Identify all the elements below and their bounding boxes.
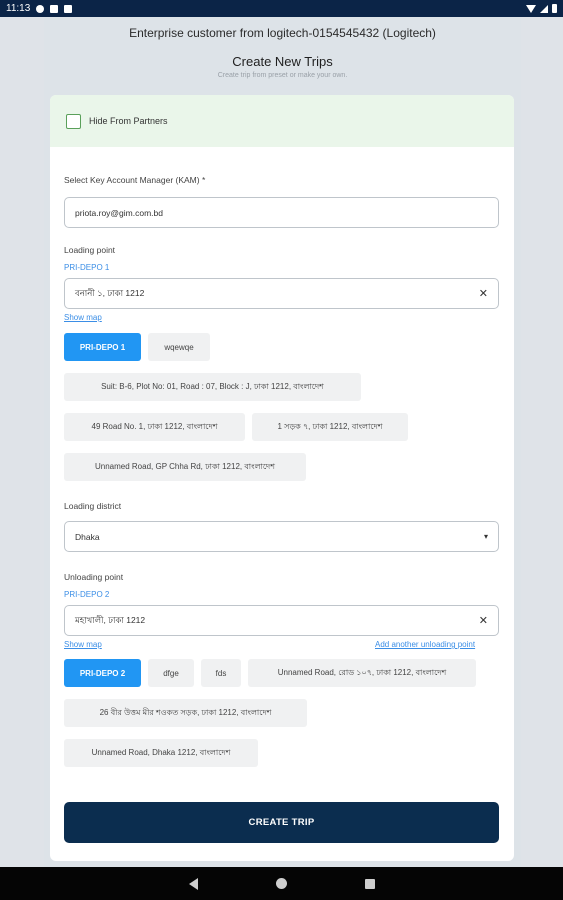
loading-chip-pri-depo-1[interactable]: PRI-DEPO 1 bbox=[64, 333, 141, 361]
loading-point-label: Loading point bbox=[64, 245, 116, 255]
loading-district-select[interactable]: Dhaka ▾ bbox=[64, 521, 499, 552]
unloading-point-value: মহাখালী, ঢাকা 1212 bbox=[75, 614, 146, 625]
kam-value: priota.roy@gim.com.bd bbox=[75, 207, 163, 218]
status-time: 11:13 bbox=[6, 3, 31, 14]
unloading-depot-label: PRI-DEPO 2 bbox=[64, 590, 110, 599]
loading-district-value: Dhaka bbox=[75, 531, 100, 542]
unloading-chip-address-3[interactable]: Unnamed Road, Dhaka 1212, বাংলাদেশ bbox=[64, 739, 258, 767]
signal-icon bbox=[540, 4, 548, 13]
kam-input[interactable]: priota.roy@gim.com.bd bbox=[64, 197, 499, 228]
clear-icon[interactable]: ✕ bbox=[479, 614, 488, 627]
loading-chip-address-3[interactable]: 1 সড়ক ৭, ঢাকা 1212, বাংলাদেশ bbox=[252, 413, 408, 441]
unloading-chip-fds[interactable]: fds bbox=[201, 659, 241, 687]
hide-from-partners-label: Hide From Partners bbox=[89, 116, 168, 126]
loading-depot-label: PRI-DEPO 1 bbox=[64, 263, 110, 272]
recents-icon[interactable] bbox=[364, 878, 375, 889]
unloading-chip-address-2[interactable]: 26 বীর উত্তম মীর শওকত সড়ক, ঢাকা 1212, ব… bbox=[64, 699, 307, 727]
chevron-down-icon: ▾ bbox=[483, 532, 488, 541]
add-unloading-point-link[interactable]: Add another unloading point bbox=[375, 640, 475, 649]
unloading-chip-dfge[interactable]: dfge bbox=[148, 659, 194, 687]
wifi-icon bbox=[526, 4, 536, 13]
battery-icon bbox=[552, 4, 557, 13]
unloading-show-map-link[interactable]: Show map bbox=[64, 640, 102, 649]
notification-icon bbox=[50, 4, 59, 13]
loading-point-value: বনানী ১, ঢাকা 1212 bbox=[75, 287, 145, 298]
kam-label: Select Key Account Manager (KAM) * bbox=[64, 175, 206, 185]
unloading-chip-address-1[interactable]: Unnamed Road, রোড ১০৭, ঢাকা 1212, বাংলাদ… bbox=[248, 659, 476, 687]
navigation-bar bbox=[0, 867, 563, 900]
message-icon bbox=[36, 4, 45, 13]
customer-title: Enterprise customer from logitech-015454… bbox=[129, 26, 436, 40]
create-trip-button[interactable]: CREATE TRIP bbox=[64, 802, 499, 843]
page-subtitle: Create trip from preset or make your own… bbox=[217, 72, 348, 79]
loading-chip-address-2[interactable]: 49 Road No. 1, ঢাকা 1212, বাংলাদেশ bbox=[64, 413, 245, 441]
loading-chip-wqewqe[interactable]: wqewqe bbox=[148, 333, 210, 361]
back-icon[interactable] bbox=[188, 877, 198, 890]
unloading-point-input[interactable]: মহাখালী, ঢাকা 1212 ✕ bbox=[64, 605, 499, 636]
status-bar: 11:13 bbox=[0, 0, 563, 17]
unloading-chip-pri-depo-2[interactable]: PRI-DEPO 2 bbox=[64, 659, 141, 687]
loading-point-input[interactable]: বনানী ১, ঢাকা 1212 ✕ bbox=[64, 278, 499, 309]
loading-chip-address-1[interactable]: Suit: B-6, Plot No: 01, Road : 07, Block… bbox=[64, 373, 361, 401]
sim-icon bbox=[64, 4, 73, 13]
unloading-point-label: Unloading point bbox=[64, 572, 124, 582]
loading-show-map-link[interactable]: Show map bbox=[64, 313, 102, 322]
clear-icon[interactable]: ✕ bbox=[479, 287, 488, 300]
hide-from-partners-checkbox[interactable] bbox=[66, 113, 81, 129]
home-icon[interactable] bbox=[275, 878, 287, 889]
loading-chip-address-4[interactable]: Unnamed Road, GP Chha Rd, ঢাকা 1212, বাং… bbox=[64, 453, 306, 481]
trip-form-card: Hide From Partners Select Key Account Ma… bbox=[50, 95, 514, 861]
app-container: Enterprise customer from logitech-015454… bbox=[44, 17, 521, 867]
page-title: Create New Trips bbox=[232, 54, 333, 69]
hide-from-partners-row[interactable]: Hide From Partners bbox=[50, 95, 514, 147]
loading-district-label: Loading district bbox=[64, 501, 122, 511]
